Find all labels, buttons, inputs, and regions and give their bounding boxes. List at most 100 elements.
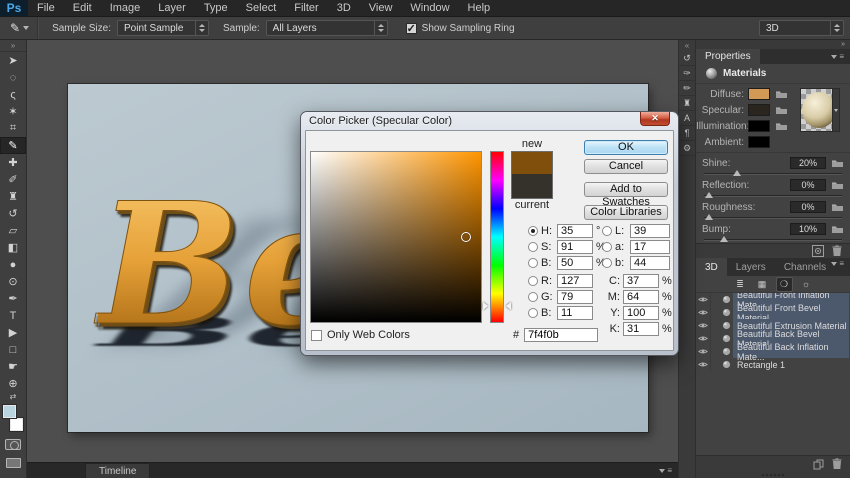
- tool-button[interactable]: ✚: [0, 154, 26, 171]
- slider-value[interactable]: 0%: [790, 179, 826, 191]
- tool-button[interactable]: ↺: [0, 205, 26, 222]
- trash-icon[interactable]: [832, 245, 842, 257]
- 3d-material-row[interactable]: Beautiful Front Bevel Material: [696, 306, 850, 319]
- new-layer-icon[interactable]: [813, 459, 824, 470]
- panel-resize-grip[interactable]: [696, 472, 850, 478]
- tool-button[interactable]: ς: [0, 86, 26, 103]
- visibility-eye-icon[interactable]: [696, 332, 711, 345]
- quick-mask-button[interactable]: [5, 439, 21, 450]
- color-value-input[interactable]: [623, 322, 659, 336]
- swap-colors-icon[interactable]: ⇄: [10, 392, 17, 403]
- visibility-eye-icon[interactable]: [696, 345, 711, 358]
- slider-track[interactable]: [702, 170, 844, 178]
- visibility-eye-icon[interactable]: [696, 293, 711, 306]
- tool-button[interactable]: ➤: [0, 52, 26, 69]
- properties-panel-menu-icon[interactable]: ≡: [825, 49, 850, 64]
- visibility-eye-icon[interactable]: [696, 306, 711, 319]
- menu-item[interactable]: View: [360, 0, 402, 17]
- color-value-input[interactable]: [623, 306, 659, 320]
- radio-button[interactable]: [528, 276, 538, 286]
- tool-button[interactable]: ✒: [0, 290, 26, 307]
- tool-button[interactable]: □: [0, 341, 26, 358]
- cancel-button[interactable]: Cancel: [584, 159, 668, 174]
- 3d-material-row[interactable]: Beautiful Back Inflation Mate...: [696, 345, 850, 358]
- tool-button[interactable]: T: [0, 307, 26, 324]
- slider-value[interactable]: 20%: [790, 157, 826, 169]
- menu-item[interactable]: File: [28, 0, 64, 17]
- trash-icon[interactable]: [832, 458, 842, 470]
- color-value-input[interactable]: [557, 274, 593, 288]
- slider-value[interactable]: 0%: [790, 201, 826, 213]
- only-web-colors-checkbox[interactable]: [311, 330, 322, 341]
- color-swatch[interactable]: [748, 136, 770, 148]
- color-value-input[interactable]: [630, 224, 670, 238]
- slider-value[interactable]: 10%: [790, 223, 826, 235]
- current-color-swatch[interactable]: [512, 174, 552, 198]
- radio-button[interactable]: [528, 258, 538, 268]
- 3d-filter-button[interactable]: ❍: [777, 278, 792, 291]
- radio-button[interactable]: [528, 292, 538, 302]
- tool-button[interactable]: ⌗: [0, 120, 26, 137]
- dock-expand-button[interactable]: «: [685, 40, 689, 51]
- 3d-filter-button[interactable]: ▦: [755, 278, 770, 291]
- dock-panel-button[interactable]: ✑: [679, 66, 695, 81]
- menu-item[interactable]: 3D: [328, 0, 360, 17]
- color-value-input[interactable]: [557, 290, 593, 304]
- hue-slider[interactable]: [490, 151, 504, 323]
- tool-button[interactable]: ✐: [0, 171, 26, 188]
- timeline-tab[interactable]: Timeline: [85, 463, 150, 478]
- visibility-eye-icon[interactable]: [696, 358, 711, 371]
- slider-track[interactable]: [702, 192, 844, 200]
- radio-button[interactable]: [602, 258, 612, 268]
- toolbar-collapse-button[interactable]: »: [0, 40, 26, 52]
- folder-icon[interactable]: [831, 224, 844, 234]
- screen-mode-button[interactable]: [6, 458, 21, 468]
- panel-tab[interactable]: Layers: [727, 258, 775, 276]
- tool-button[interactable]: ⊕: [0, 375, 26, 392]
- foreground-color-swatch[interactable]: [3, 405, 16, 418]
- folder-icon[interactable]: [831, 158, 844, 168]
- tool-button[interactable]: ◌: [0, 69, 26, 86]
- toggle-visibility-icon[interactable]: [812, 245, 824, 257]
- menu-item[interactable]: Window: [401, 0, 458, 17]
- dock-panel-button[interactable]: A: [679, 111, 695, 126]
- panel-tab[interactable]: 3D: [696, 258, 727, 276]
- tool-button[interactable]: ✶: [0, 103, 26, 120]
- tab-properties[interactable]: Properties: [696, 49, 760, 64]
- ok-button[interactable]: OK: [584, 140, 668, 155]
- folder-icon[interactable]: [775, 89, 788, 99]
- radio-button[interactable]: [602, 242, 612, 252]
- color-value-input[interactable]: [623, 274, 659, 288]
- slider-thumb[interactable]: [705, 192, 713, 198]
- sample-select[interactable]: All Layers: [266, 20, 388, 36]
- background-color-swatch[interactable]: [10, 418, 23, 431]
- slider-thumb[interactable]: [733, 170, 741, 176]
- tool-button[interactable]: ☛: [0, 358, 26, 375]
- workspace-select[interactable]: 3D: [759, 20, 844, 36]
- show-sampling-ring-checkbox[interactable]: [406, 23, 417, 34]
- radio-button[interactable]: [528, 226, 538, 236]
- color-value-input[interactable]: [557, 306, 593, 320]
- tool-button[interactable]: ♜: [0, 188, 26, 205]
- tool-button[interactable]: ●: [0, 256, 26, 273]
- folder-icon[interactable]: [831, 180, 844, 190]
- color-value-input[interactable]: [630, 256, 670, 270]
- folder-icon[interactable]: [831, 202, 844, 212]
- timeline-panel-menu-icon[interactable]: ≡: [653, 463, 678, 478]
- menu-item[interactable]: Edit: [64, 0, 101, 17]
- menu-item[interactable]: Select: [237, 0, 286, 17]
- color-field-cursor[interactable]: [461, 232, 471, 242]
- panel-collapse-button[interactable]: »: [696, 40, 850, 49]
- hue-slider-arrow-right[interactable]: [506, 302, 511, 310]
- slider-track[interactable]: [702, 214, 844, 222]
- close-icon[interactable]: ✕: [640, 112, 670, 126]
- radio-button[interactable]: [528, 242, 538, 252]
- dock-panel-button[interactable]: ✏: [679, 81, 695, 96]
- menu-item[interactable]: Type: [195, 0, 237, 17]
- dock-panel-button[interactable]: ♜: [679, 96, 695, 111]
- menu-item[interactable]: Image: [101, 0, 150, 17]
- tool-button[interactable]: ✎: [0, 137, 26, 154]
- folder-icon[interactable]: [775, 121, 788, 131]
- 3d-material-row[interactable]: Rectangle 1: [696, 358, 850, 371]
- material-preview-dropdown-icon[interactable]: [832, 89, 839, 131]
